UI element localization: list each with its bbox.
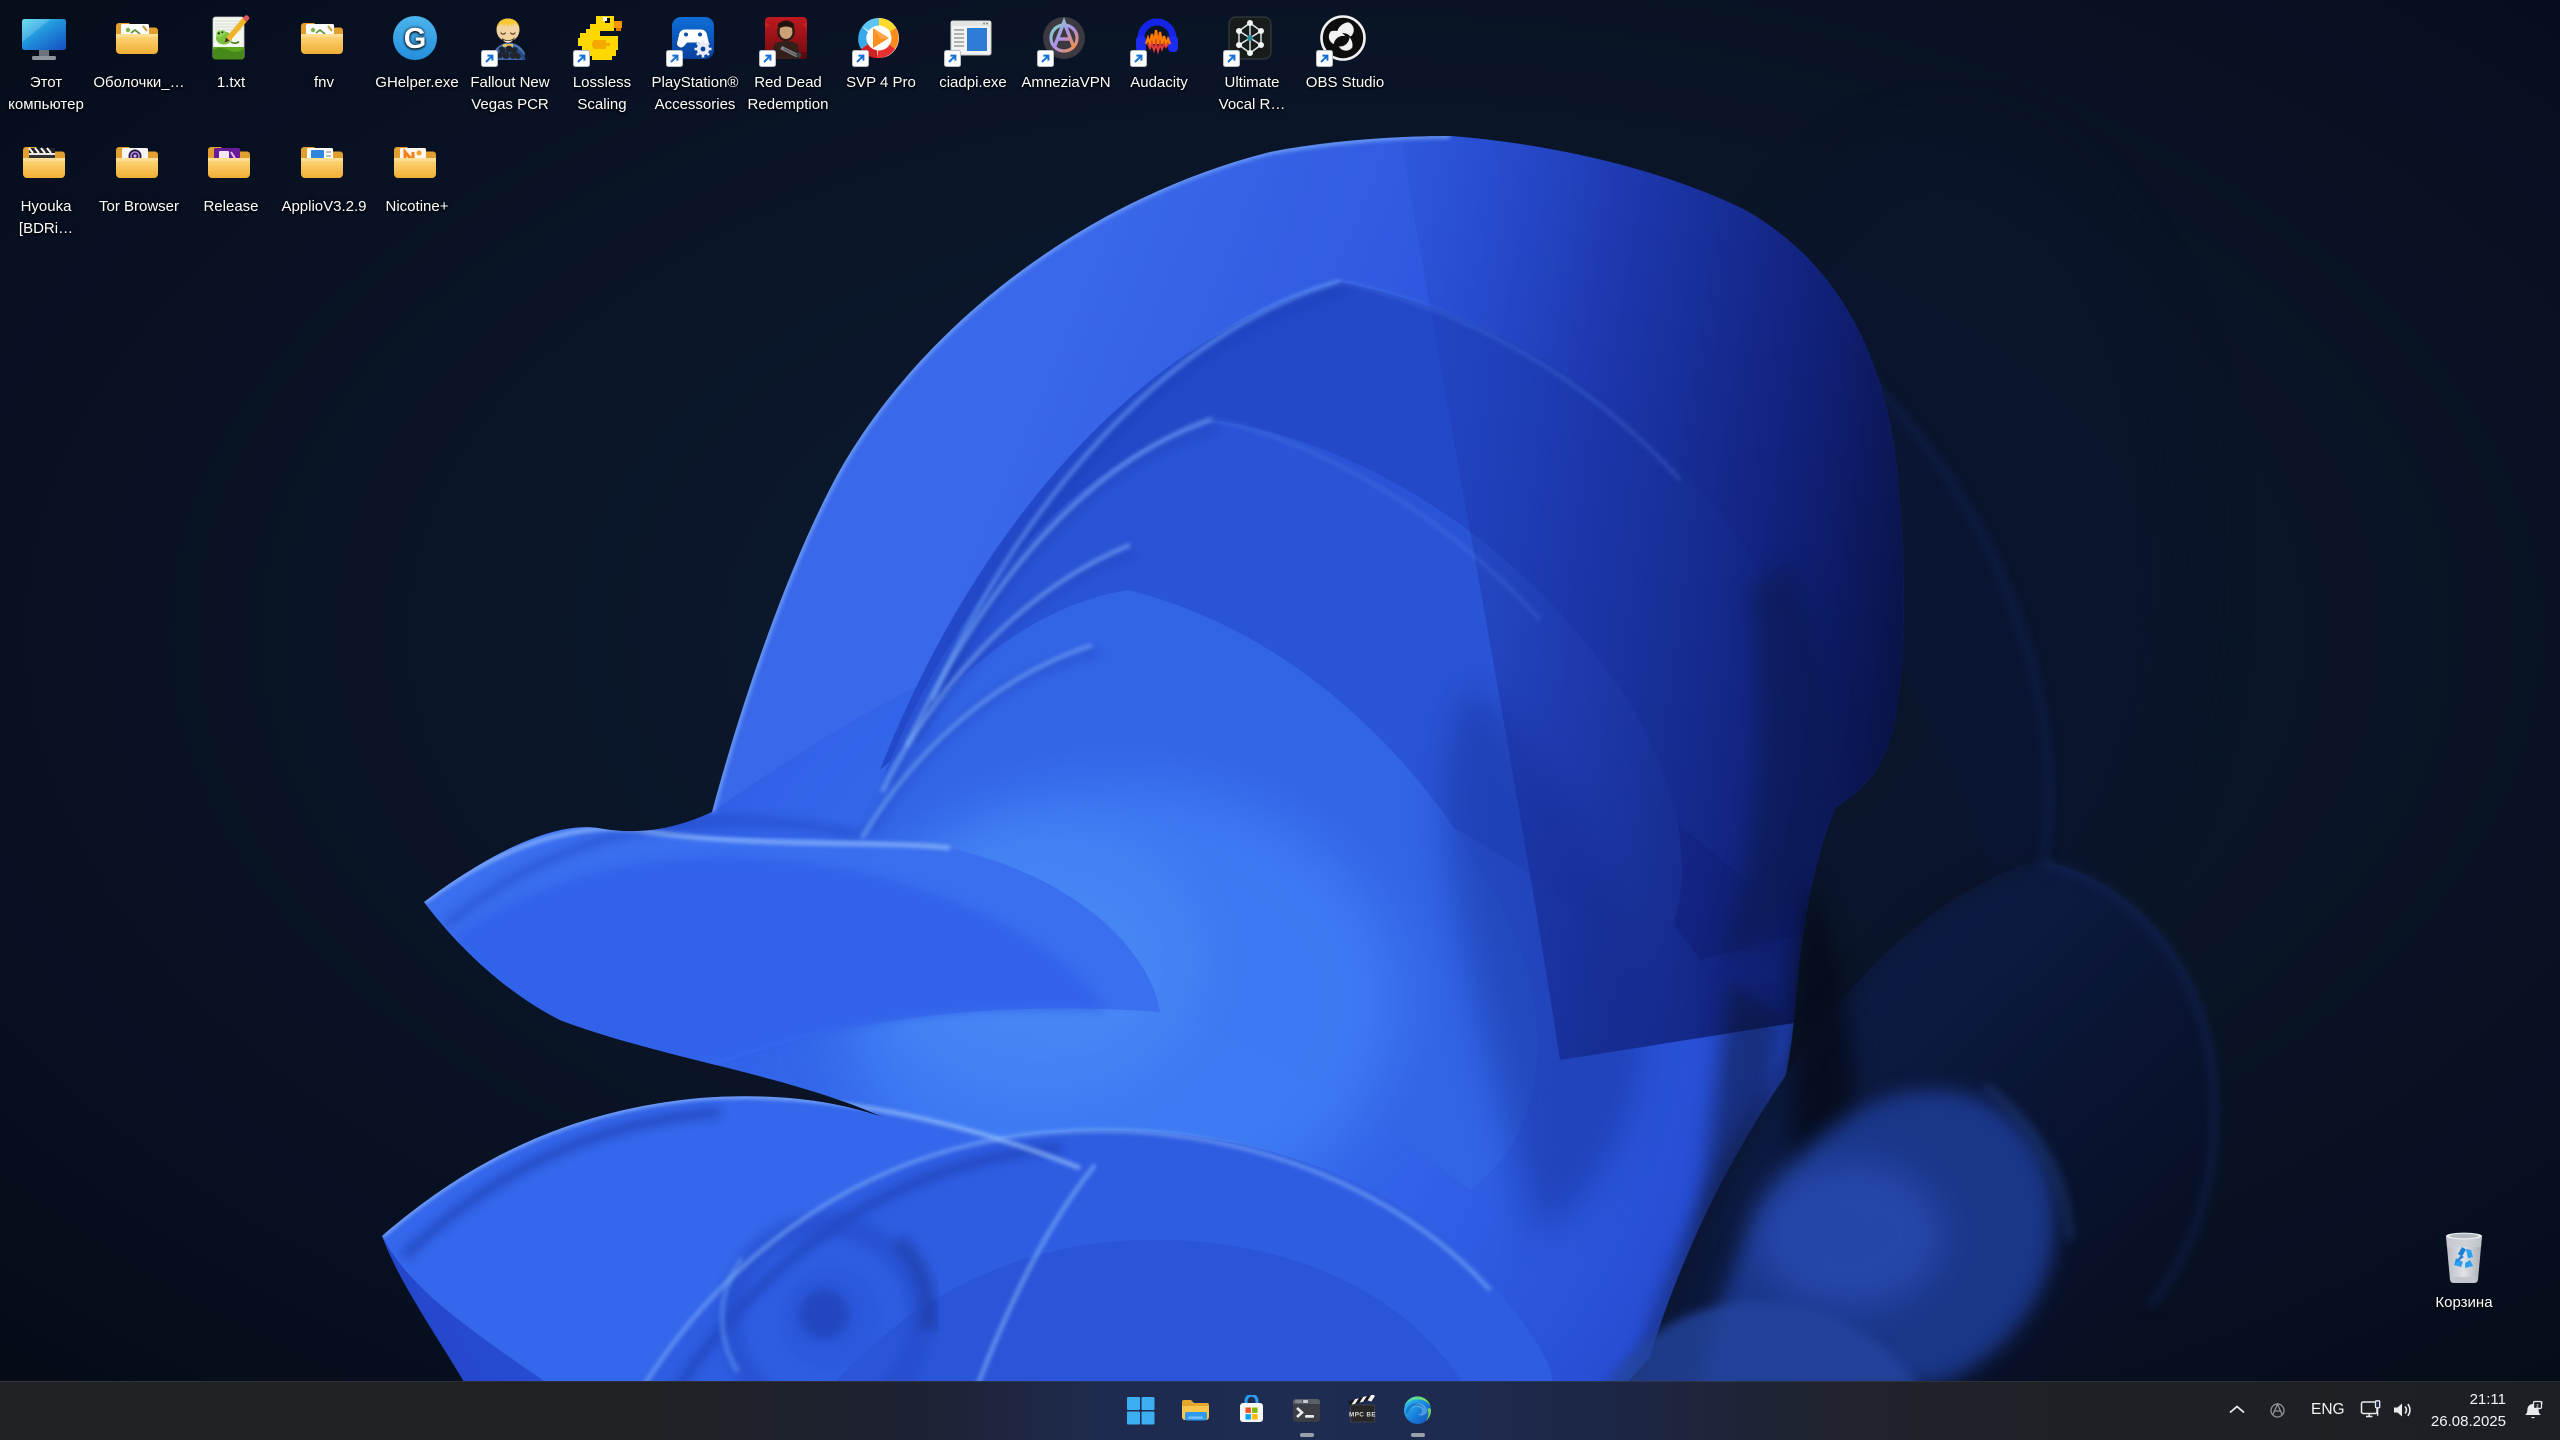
svg-text:z: z: [2536, 1403, 2539, 1409]
svg-text:z: z: [2541, 1400, 2544, 1405]
svg-text:MPC BE: MPC BE: [1349, 1412, 1376, 1419]
svg-text:G: G: [404, 23, 427, 55]
